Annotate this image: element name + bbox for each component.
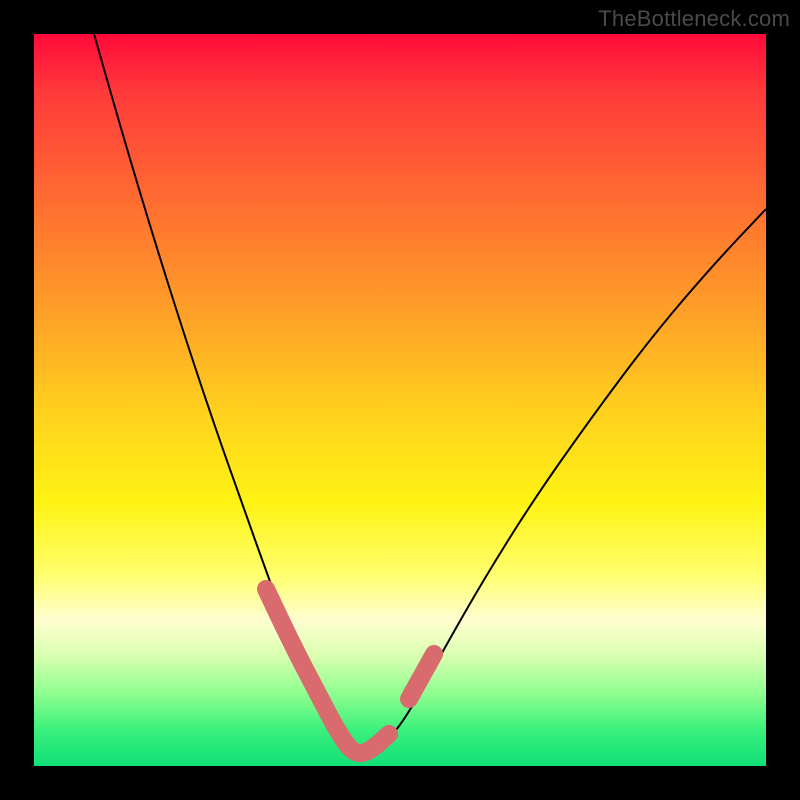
bottleneck-curve [94, 34, 766, 753]
watermark-text: TheBottleneck.com [598, 6, 790, 32]
curve-svg [34, 34, 766, 766]
marker-group [266, 589, 434, 753]
marker-segment [266, 589, 389, 753]
gradient-plot-area [34, 34, 766, 766]
marker-segment [409, 654, 434, 699]
